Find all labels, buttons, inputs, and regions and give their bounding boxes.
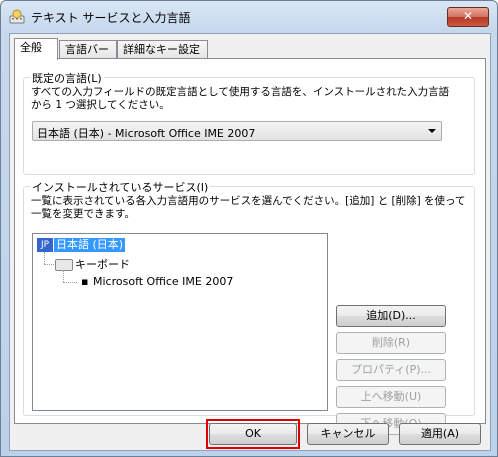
keyboard-icon: [55, 259, 73, 271]
default-language-group: 既定の言語(L) すべての入力フィールドの既定言語として使用する言語を、インスト…: [23, 70, 475, 175]
cancel-button[interactable]: キャンセル: [307, 423, 389, 445]
default-language-description-line1: すべての入力フィールドの既定言語として使用する言語を、インストールされた入力言語: [31, 86, 450, 98]
tab-general-label: 全般: [20, 41, 42, 54]
dialog-client: 全般 言語バー 詳細なキー設定 既定の言語(L) すべての入力フィールドの既定言…: [9, 33, 491, 451]
installed-services-label: インストールされているサービス(I): [30, 179, 211, 195]
keyboard-globe-icon: [9, 9, 25, 24]
dialog-window: テキスト サービスと入力言語 ✕ 全般 言語バー 詳細なキー設定 既定の言語(L…: [0, 0, 498, 457]
default-language-label: 既定の言語(L): [30, 70, 104, 86]
chevron-down-icon: [428, 129, 436, 133]
installed-services-description-line1: 一覧に表示されている各入力言語用のサービスを選んでください。[追加] と [削除…: [31, 195, 466, 207]
tree-item-language[interactable]: 日本語 (日本): [54, 238, 126, 252]
tab-language-bar[interactable]: 言語バー: [59, 40, 117, 59]
tab-panel-general: 既定の言語(L) すべての入力フィールドの既定言語として使用する言語を、インスト…: [14, 58, 486, 435]
tree-connector: [63, 282, 77, 283]
jp-language-icon: JP: [37, 238, 53, 252]
move-up-button[interactable]: 上へ移動(U): [336, 386, 446, 408]
tab-general[interactable]: 全般: [14, 38, 58, 60]
add-button[interactable]: 追加(D)...: [336, 305, 446, 327]
bullet-icon: ▪: [81, 275, 89, 288]
tree-connector: [44, 252, 45, 264]
tree-connector: [44, 264, 54, 265]
properties-button[interactable]: プロパティ(P)...: [336, 359, 446, 381]
default-language-selected: 日本語 (日本) - Microsoft Office IME 2007: [37, 127, 256, 140]
title-bar[interactable]: テキスト サービスと入力言語 ✕: [1, 1, 497, 33]
tab-advanced-key-settings[interactable]: 詳細なキー設定: [117, 40, 208, 59]
close-icon: ✕: [462, 9, 474, 23]
ok-button[interactable]: OK: [209, 423, 297, 445]
tab-advanced-key-settings-label: 詳細なキー設定: [123, 43, 200, 56]
window-title: テキスト サービスと入力言語: [31, 11, 191, 25]
tree-connector: [63, 270, 64, 282]
tree-item-service[interactable]: Microsoft Office IME 2007: [93, 275, 233, 288]
remove-button[interactable]: 削除(R): [336, 332, 446, 354]
tab-language-bar-label: 言語バー: [65, 43, 109, 56]
services-tree[interactable]: JP 日本語 (日本) キーボード ▪ Microsoft Office IME…: [32, 233, 328, 411]
tree-item-keyboard[interactable]: キーボード: [75, 256, 130, 272]
installed-services-group: インストールされているサービス(I) 一覧に表示されている各入力言語用のサービス…: [23, 179, 475, 435]
default-language-select[interactable]: 日本語 (日本) - Microsoft Office IME 2007: [32, 121, 442, 141]
default-language-description-line2: から 1 つ選択してください。: [31, 99, 170, 111]
close-button[interactable]: ✕: [447, 7, 489, 27]
installed-services-description-line2: 一覧を変更できます。: [31, 208, 135, 220]
apply-button[interactable]: 適用(A): [399, 423, 481, 445]
